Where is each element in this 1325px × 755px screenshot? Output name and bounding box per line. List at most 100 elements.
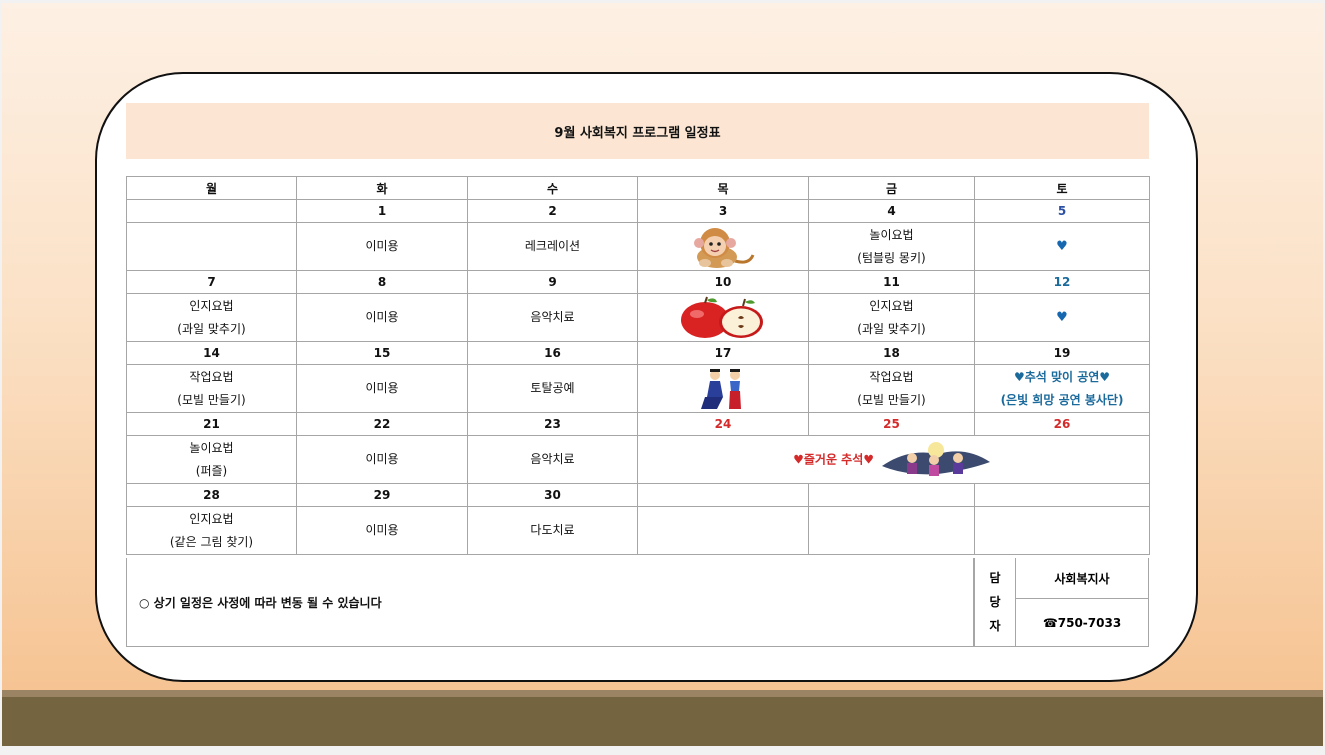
event-cell: 이미용 <box>296 364 468 413</box>
date-cell: 14 <box>126 341 297 365</box>
weekday-fri: 금 <box>808 176 975 200</box>
charge-char: 당 <box>989 595 1001 609</box>
date-cell: 11 <box>808 270 975 294</box>
event-title: 작업요법 <box>189 369 234 384</box>
charge-char: 담 <box>989 571 1001 585</box>
event-title: 인지요법 <box>189 298 234 313</box>
event-cell-empty <box>974 506 1150 555</box>
event-cell: 이미용 <box>296 506 468 555</box>
event-cell: 레크레이션 <box>467 222 638 271</box>
date-cell <box>974 483 1150 507</box>
event-row: 인지요법 (같은 그림 찾기) 이미용 다도치료 <box>126 506 1150 555</box>
calendar-table: 월 화 수 목 금 토 1 2 3 4 5 이미용 레크레이션 놀이요법 (텀블… <box>126 176 1150 555</box>
event-cell: 음악치료 <box>467 435 638 484</box>
event-cell: 이미용 <box>296 222 468 271</box>
monkey-illustration-icon <box>694 227 755 268</box>
date-cell: 28 <box>126 483 297 507</box>
date-cell: 4 <box>808 199 975 223</box>
floor-divider <box>2 690 1323 697</box>
event-cell: 인지요법 (과일 맞추기) <box>126 293 297 342</box>
event-cell: 토탈공예 <box>467 364 638 413</box>
date-cell: 17 <box>637 341 809 365</box>
event-subtitle: (과일 맞추기) <box>857 321 926 336</box>
schedule-title: 9월 사회복지 프로그램 일정표 <box>126 103 1149 159</box>
date-row: 14 15 16 17 18 19 <box>126 341 1150 365</box>
event-row: 작업요법 (모빌 만들기) 이미용 토탈공예 작업요법 (모빌 만들기) ♥추석… <box>126 364 1150 413</box>
event-cell: 이미용 <box>296 293 468 342</box>
event-cell: 다도치료 <box>467 506 638 555</box>
event-title: ♥추석 맞이 공연♥ <box>1013 369 1111 384</box>
event-subtitle: (텀블링 몽키) <box>857 250 926 265</box>
weekday-tue: 화 <box>296 176 468 200</box>
weekday-header-row: 월 화 수 목 금 토 <box>126 176 1150 200</box>
event-title: 작업요법 <box>869 369 914 384</box>
event-cell-image <box>637 364 809 413</box>
date-cell: 7 <box>126 270 297 294</box>
event-cell: 이미용 <box>296 435 468 484</box>
full-moon-family-illustration-icon <box>881 441 990 476</box>
event-cell: 인지요법 (같은 그림 찾기) <box>126 506 297 555</box>
event-subtitle: (모빌 만들기) <box>177 392 246 407</box>
event-title: 인지요법 <box>189 511 234 526</box>
charge-char: 자 <box>989 619 1001 633</box>
date-cell <box>637 483 809 507</box>
event-row: 이미용 레크레이션 놀이요법 (텀블링 몽키) ♥ <box>126 222 1150 271</box>
heart-icon: ♥ <box>974 222 1150 271</box>
contact-phone: ☎750-7033 <box>1016 599 1149 647</box>
event-subtitle: (퍼즐) <box>195 463 228 478</box>
date-cell: 23 <box>467 412 638 436</box>
date-cell: 16 <box>467 341 638 365</box>
date-cell: 22 <box>296 412 468 436</box>
event-cell: 놀이요법 (퍼즐) <box>126 435 297 484</box>
holiday-cell: ♥즐거운 추석♥ <box>637 435 1150 484</box>
date-cell: 29 <box>296 483 468 507</box>
holiday-label: ♥즐거운 추석♥ <box>793 452 875 466</box>
event-subtitle: (과일 맞추기) <box>177 321 246 336</box>
event-subtitle: (모빌 만들기) <box>857 392 926 407</box>
date-cell: 9 <box>467 270 638 294</box>
date-cell <box>808 483 975 507</box>
event-title: 놀이요법 <box>189 440 234 455</box>
date-cell-holiday: 26 <box>974 412 1150 436</box>
date-row: 21 22 23 24 25 26 <box>126 412 1150 436</box>
event-cell: 놀이요법 (텀블링 몽키) <box>808 222 975 271</box>
weekday-sat: 토 <box>974 176 1150 200</box>
floor-band <box>2 697 1323 746</box>
event-title: 놀이요법 <box>869 227 914 242</box>
weekday-mon: 월 <box>126 176 297 200</box>
date-cell: 19 <box>974 341 1150 365</box>
date-cell: 8 <box>296 270 468 294</box>
date-cell: 2 <box>467 199 638 223</box>
date-row: 7 8 9 10 11 12 <box>126 270 1150 294</box>
hanbok-couple-illustration-icon <box>701 368 741 409</box>
weekday-wed: 수 <box>467 176 638 200</box>
date-cell: 15 <box>296 341 468 365</box>
event-cell: 작업요법 (모빌 만들기) <box>808 364 975 413</box>
event-cell: 인지요법 (과일 맞추기) <box>808 293 975 342</box>
heart-icon: ♥ <box>974 293 1150 342</box>
apple-illustration-icon <box>681 296 763 338</box>
date-cell: 10 <box>637 270 809 294</box>
date-cell: 1 <box>296 199 468 223</box>
weekday-thu: 목 <box>637 176 809 200</box>
date-cell: 18 <box>808 341 975 365</box>
event-cell-empty <box>637 506 809 555</box>
date-cell-saturday: 12 <box>974 270 1150 294</box>
person-in-charge-label: 담 당 자 <box>974 558 1016 647</box>
date-cell-holiday: 25 <box>808 412 975 436</box>
event-row: 놀이요법 (퍼즐) 이미용 음악치료 ♥즐거운 추석♥ <box>126 435 1150 484</box>
schedule-notice: ○ 상기 일정은 사정에 따라 변동 될 수 있습니다 <box>126 558 974 647</box>
event-cell-image <box>637 293 809 342</box>
event-cell-empty <box>808 506 975 555</box>
event-cell-image <box>637 222 809 271</box>
date-cell: 3 <box>637 199 809 223</box>
date-cell-holiday: 24 <box>637 412 809 436</box>
event-subtitle: (같은 그림 찾기) <box>169 534 254 549</box>
event-cell: 음악치료 <box>467 293 638 342</box>
date-row: 1 2 3 4 5 <box>126 199 1150 223</box>
event-subtitle: (은빛 희망 공연 봉사단) <box>1000 392 1124 407</box>
event-row: 인지요법 (과일 맞추기) 이미용 음악치료 인지요법 (과일 맞추기) ♥ <box>126 293 1150 342</box>
event-cell-performance: ♥추석 맞이 공연♥ (은빛 희망 공연 봉사단) <box>974 364 1150 413</box>
date-cell <box>126 199 297 223</box>
date-row: 28 29 30 <box>126 483 1150 507</box>
